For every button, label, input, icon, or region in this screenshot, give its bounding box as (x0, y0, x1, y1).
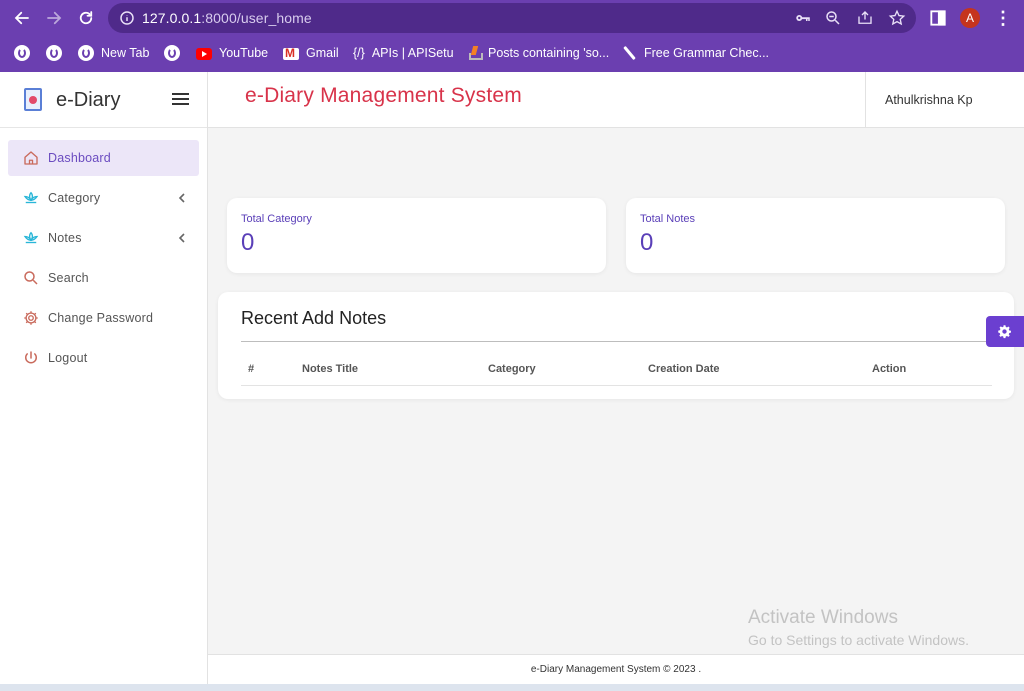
sidebar: e-Diary Dashboard Category Notes Search … (0, 72, 208, 691)
bookmark-label: Free Grammar Chec... (644, 46, 770, 60)
column-header-number: # (248, 363, 255, 375)
url-host: 127.0.0.1 (142, 10, 202, 26)
divider (241, 341, 1012, 342)
bookmarks-bar: New Tab YouTube Gmail {/}APIs | APISetu … (0, 38, 1024, 68)
activate-windows-subtitle: Go to Settings to activate Windows. (748, 632, 969, 648)
settings-button[interactable] (986, 316, 1024, 347)
taskbar-strip (0, 684, 1024, 691)
stat-label: Total Category (241, 213, 312, 225)
total-notes-card: Total Notes 0 (626, 198, 1005, 273)
sidebar-item-dashboard[interactable]: Dashboard (8, 140, 199, 176)
column-header-category: Category (488, 363, 536, 375)
sidebar-item-label: Notes (48, 231, 82, 245)
power-icon (25, 351, 37, 364)
zoom-icon[interactable] (824, 9, 842, 27)
footer-text: e-Diary Management System © 2023 . (530, 664, 702, 675)
key-icon[interactable] (794, 9, 812, 27)
url-path: :8000/user_home (201, 10, 312, 26)
sidebar-item-label: Category (48, 191, 101, 205)
home-icon (24, 151, 38, 165)
star-icon[interactable] (888, 9, 906, 27)
footer: e-Diary Management System © 2023 . (208, 654, 1024, 684)
gmail-icon (283, 46, 299, 60)
globe-icon (14, 45, 30, 61)
globe-icon (46, 45, 62, 61)
browser-chrome: 127.0.0.1:8000/user_home A ⋮ New Tab You… (0, 0, 1024, 72)
stackoverflow-icon (467, 45, 483, 61)
bookmark-stackoverflow[interactable]: Posts containing 'so... (467, 44, 609, 62)
brand: e-Diary (0, 72, 207, 128)
sidebar-item-logout[interactable]: Logout (8, 340, 199, 376)
top-header: e-Diary Management System Athulkrishna K… (208, 72, 1024, 128)
sidebar-item-change-password[interactable]: Change Password (8, 300, 199, 336)
side-panel-icon[interactable] (928, 8, 948, 28)
share-icon[interactable] (856, 9, 874, 27)
sidebar-item-category[interactable]: Category (8, 180, 199, 216)
bookmark-new-tab[interactable]: New Tab (78, 44, 149, 62)
bookmark-grammar[interactable]: Free Grammar Chec... (621, 44, 769, 62)
forward-arrow-icon[interactable] (43, 7, 65, 29)
lotus-icon (23, 231, 39, 244)
bookmark-item[interactable] (46, 44, 62, 62)
activate-windows-title: Activate Windows (748, 607, 898, 628)
bookmark-label: APIs | APISetu (371, 46, 454, 60)
brand-name[interactable]: e-Diary (56, 89, 120, 112)
bookmark-gmail[interactable]: Gmail (283, 44, 339, 62)
site-info-icon[interactable] (118, 9, 136, 27)
user-menu[interactable]: Athulkrishna Kp (885, 93, 973, 107)
chevron-left-icon (178, 233, 185, 243)
stat-label: Total Notes (640, 213, 696, 225)
page-title: e-Diary Management System (245, 84, 522, 107)
reload-icon[interactable] (75, 7, 97, 29)
profile-avatar[interactable]: A (960, 8, 980, 28)
sidebar-item-label: Dashboard (48, 151, 111, 165)
chevron-left-icon (178, 193, 185, 203)
bookmark-youtube[interactable]: YouTube (196, 44, 268, 62)
bookmark-apisetu[interactable]: {/} APIs | APISetu (353, 44, 454, 62)
bookmark-label: YouTube (219, 46, 269, 60)
sidebar-item-label: Logout (48, 351, 88, 365)
sidebar-menu: Dashboard Category Notes Search Change P… (8, 140, 199, 380)
diary-logo-icon (24, 88, 42, 111)
bookmark-label: New Tab (101, 46, 150, 60)
sidebar-item-search[interactable]: Search (8, 260, 199, 296)
bookmark-item[interactable] (164, 44, 180, 62)
divider (241, 385, 992, 386)
apisetu-icon: {/} (353, 46, 365, 60)
total-category-card: Total Category 0 (227, 198, 606, 273)
globe-icon (78, 45, 94, 61)
url-text[interactable]: 127.0.0.1:8000/user_home (142, 10, 312, 26)
bookmark-label: Gmail (306, 46, 339, 60)
bookmark-label: Posts containing 'so... (488, 46, 610, 60)
sidebar-item-label: Search (48, 271, 89, 285)
globe-icon (164, 45, 180, 61)
search-icon (24, 271, 38, 285)
stat-value: 0 (241, 229, 255, 256)
column-header-creation-date: Creation Date (648, 363, 720, 375)
menu-toggle-icon[interactable] (172, 93, 189, 106)
section-title: Recent Add Notes (241, 308, 387, 328)
browser-toolbar: 127.0.0.1:8000/user_home A ⋮ (0, 0, 1024, 36)
gear-icon (24, 311, 38, 325)
browser-menu-icon[interactable]: ⋮ (994, 8, 1012, 28)
column-header-title: Notes Title (302, 363, 359, 375)
stat-value: 0 (640, 229, 654, 256)
back-arrow-icon[interactable] (11, 7, 33, 29)
youtube-icon (196, 48, 212, 60)
address-bar[interactable]: 127.0.0.1:8000/user_home (108, 3, 916, 33)
sidebar-item-notes[interactable]: Notes (8, 220, 199, 256)
column-header-action: Action (872, 363, 907, 375)
bookmark-item[interactable] (14, 44, 30, 62)
recent-notes-card: Recent Add Notes # Notes Title Category … (218, 292, 1014, 399)
gear-icon (998, 325, 1011, 339)
divider (865, 72, 866, 128)
pen-icon (621, 45, 637, 61)
lotus-icon (23, 191, 39, 204)
sidebar-item-label: Change Password (48, 311, 154, 325)
